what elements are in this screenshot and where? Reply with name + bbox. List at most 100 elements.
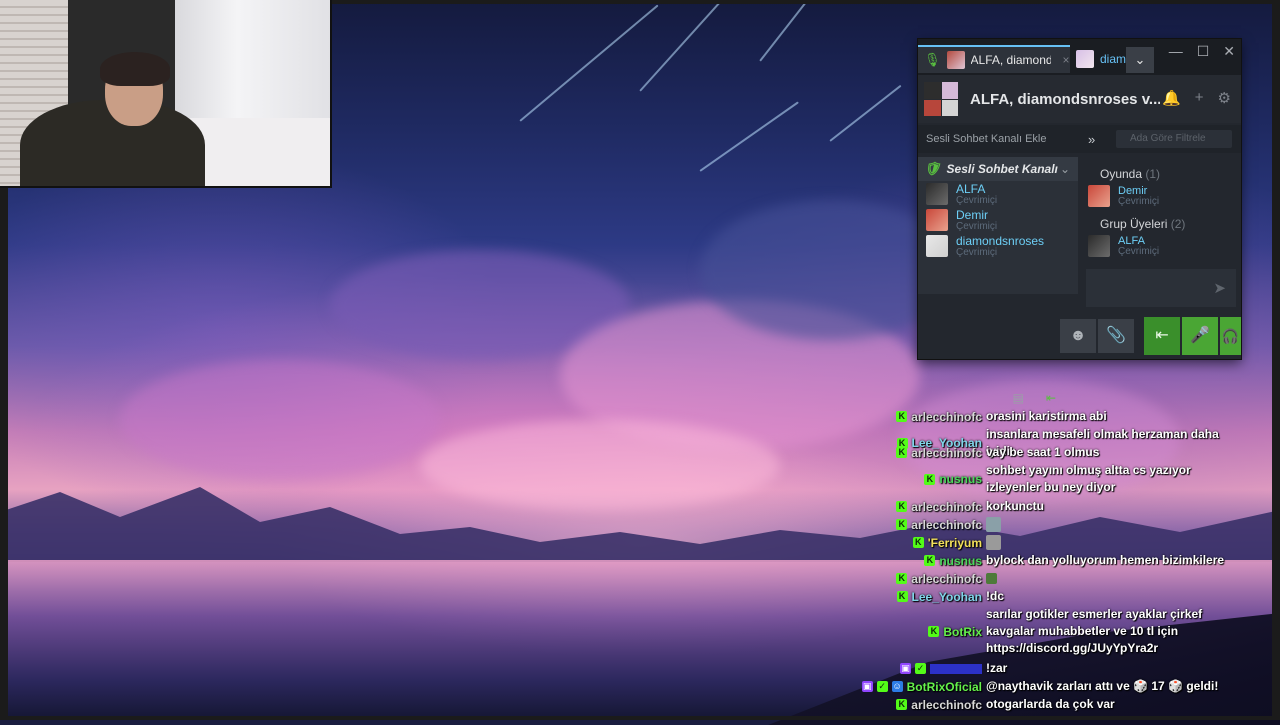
kick-badge-icon: K	[924, 555, 936, 566]
list-item[interactable]: ALFA Çevrimiçi	[1084, 235, 1241, 257]
send-icon[interactable]: ➤	[1213, 279, 1226, 297]
chevron-down-icon[interactable]: ⌄	[1060, 162, 1070, 176]
group-avatar[interactable]	[924, 82, 958, 116]
chat-message: Karlecchinofc orasini karistirma abi	[860, 408, 1226, 425]
microphone-toggle-button[interactable]: 🎤	[1182, 317, 1218, 355]
chat-username: arlecchinofc	[911, 697, 982, 712]
kick-badge-icon: K	[896, 573, 908, 584]
group-header: ALFA, diamondsnroses v... 🔔 + ⚙	[918, 75, 1241, 123]
add-friend-icon[interactable]: +	[1195, 89, 1204, 107]
chat-username: nusnus	[939, 472, 982, 486]
voice-channel-title: Sesli Sohbet Kanalı	[946, 162, 1058, 176]
member-name: ALFA	[1118, 234, 1145, 247]
chat-message: Karlecchinofc vay be saat 1 olmus	[860, 444, 1226, 461]
kick-badge-icon: K	[896, 699, 908, 710]
bell-icon[interactable]: 🔔	[1162, 89, 1181, 107]
avatar	[926, 209, 948, 231]
chat-username: arlecchinofc	[911, 409, 982, 424]
emote-icon	[986, 517, 1001, 533]
group-avatar-icon	[946, 51, 965, 69]
member-name: ALFA	[956, 181, 986, 196]
tab-diamondsnroses[interactable]: diamondsnroses	[1076, 45, 1126, 73]
kick-badge-icon: K	[896, 591, 908, 602]
member-status: Çevrimiçi	[956, 246, 998, 258]
tab-close-icon[interactable]: ×	[1063, 53, 1070, 67]
tab-label: diamondsnroses	[1100, 52, 1126, 66]
chat-text: sohbet yayını olmuş altta cs yazıyor izl…	[986, 463, 1191, 494]
tab-group-chat[interactable]: 🎙 ALFA, diamondsnroses ×	[918, 45, 1070, 73]
member-name: Demir	[956, 207, 988, 222]
add-voice-channel-button[interactable]: Sesli Sohbet Kanalı Ekle	[926, 133, 1076, 145]
emote-icon	[986, 535, 1001, 551]
chat-text: bylock dan yolluyorum hemen bizimkilere	[986, 553, 1225, 567]
close-icon[interactable]: ✕	[1223, 43, 1235, 60]
voice-member[interactable]: diamondsnroses Çevrimiçi	[918, 233, 1078, 259]
bot-badge-icon: ☺	[891, 681, 903, 692]
member-list: Oyunda (1) Demir Çevrimiçi Grup Üyeleri (…	[1084, 157, 1241, 263]
emoji-button[interactable]: ☻	[1060, 319, 1096, 353]
list-item[interactable]: Demir Çevrimiçi	[1084, 185, 1241, 207]
maximize-icon[interactable]: ☐	[1197, 43, 1210, 60]
member-name: diamondsnroses	[956, 233, 1045, 248]
chat-username: Lee_Yoohan	[911, 589, 982, 604]
calendar-icon[interactable]: ▤	[1013, 391, 1024, 405]
voice-channel-bar: Sesli Sohbet Kanalı Ekle » Ada Göre Filt…	[918, 125, 1241, 153]
verified-badge-icon: ✓	[915, 663, 926, 674]
chat-username: BotRixOficial	[906, 679, 982, 694]
friends-chat-window[interactable]: 🎙 ALFA, diamondsnroses × diamondsnroses …	[918, 39, 1241, 405]
leave-voice-icon[interactable]: ⇤	[1046, 391, 1056, 405]
group-title[interactable]: ALFA, diamondsnroses v...	[970, 91, 1160, 108]
chat-message: Knusnus bylock dan yolluyorum hemen bizi…	[860, 552, 1226, 569]
group-members-header: Grup Üyeleri (2)	[1100, 217, 1186, 231]
chat-message: Karlecchinofc korkunctu	[860, 498, 1226, 515]
chat-message: Karlecchinofc	[860, 516, 1226, 533]
chat-message: K 'Ferriyum	[860, 534, 1226, 551]
chat-text	[986, 516, 1226, 533]
voice-channel-header[interactable]: 🛡 Sesli Sohbet Kanalı ⌄	[918, 157, 1078, 181]
tab-label: ALFA, diamondsnroses	[970, 53, 1051, 67]
minimize-icon[interactable]: —	[1169, 43, 1183, 60]
verified-badge-icon: ✓	[876, 681, 888, 692]
kick-badge-icon: K	[896, 411, 908, 422]
chat-message: ▣ ✓ ☺ BotRixOficial @naythavik zarları attı…	[860, 678, 1226, 695]
chat-text: sarılar gotikler esmerler ayaklar çirkef…	[986, 607, 1203, 655]
chat-username	[930, 663, 982, 674]
voice-member[interactable]: Demir Çevrimiçi	[918, 207, 1078, 233]
chat-titlebar[interactable]: 🎙 ALFA, diamondsnroses × diamondsnroses …	[918, 39, 1241, 75]
chat-text: korkunctu	[986, 499, 1045, 513]
chat-username: 'Ferriyum	[927, 535, 982, 550]
member-status: Çevrimiçi	[1118, 195, 1160, 207]
chat-username: arlecchinofc	[911, 445, 982, 460]
member-status: Çevrimiçi	[1118, 245, 1160, 257]
member-status: Çevrimiçi	[956, 220, 998, 232]
voice-channel-panel: 🛡 Sesli Sohbet Kanalı ⌄ ALFA Çevrimiçi De…	[918, 157, 1078, 405]
chat-text: otogarlarda da çok var	[986, 697, 1115, 711]
headset-toggle-button[interactable]: 🎧	[1220, 317, 1241, 355]
chat-text	[986, 534, 1226, 551]
kick-badge-icon: K	[896, 519, 908, 530]
webcam-overlay	[0, 0, 332, 188]
chat-username: BotRix	[943, 624, 982, 639]
chat-username: arlecchinofc	[911, 517, 982, 532]
chat-text: !zar	[986, 661, 1008, 675]
in-game-header: Oyunda (1)	[1100, 167, 1161, 181]
collapse-double-chevron-icon[interactable]: »	[1088, 132, 1095, 147]
leave-voice-button[interactable]: ⇤	[1144, 317, 1180, 355]
member-status: Çevrimiçi	[956, 194, 998, 206]
avatar	[1088, 235, 1110, 257]
kick-badge-icon: K	[924, 473, 936, 485]
member-name: Demir	[1118, 184, 1148, 197]
tabs-dropdown-chevron-icon[interactable]: ⌄	[1126, 47, 1154, 73]
chat-text	[986, 570, 1226, 587]
chat-message: K Lee_Yoohan !dc	[860, 588, 1226, 605]
user-avatar-icon	[1076, 50, 1094, 68]
message-input[interactable]: ➤	[1086, 269, 1236, 307]
chat-username: nusnus	[939, 553, 982, 568]
chat-username: arlecchinofc	[911, 571, 982, 586]
settings-gear-icon[interactable]: ⚙	[1218, 89, 1231, 107]
kick-badge-icon: K	[896, 501, 908, 512]
voice-member[interactable]: ALFA Çevrimiçi	[918, 181, 1078, 207]
member-filter-input[interactable]: Ada Göre Filtrele	[1116, 130, 1232, 148]
attach-paperclip-icon[interactable]: 📎	[1098, 319, 1134, 353]
emote-icon	[986, 573, 997, 585]
